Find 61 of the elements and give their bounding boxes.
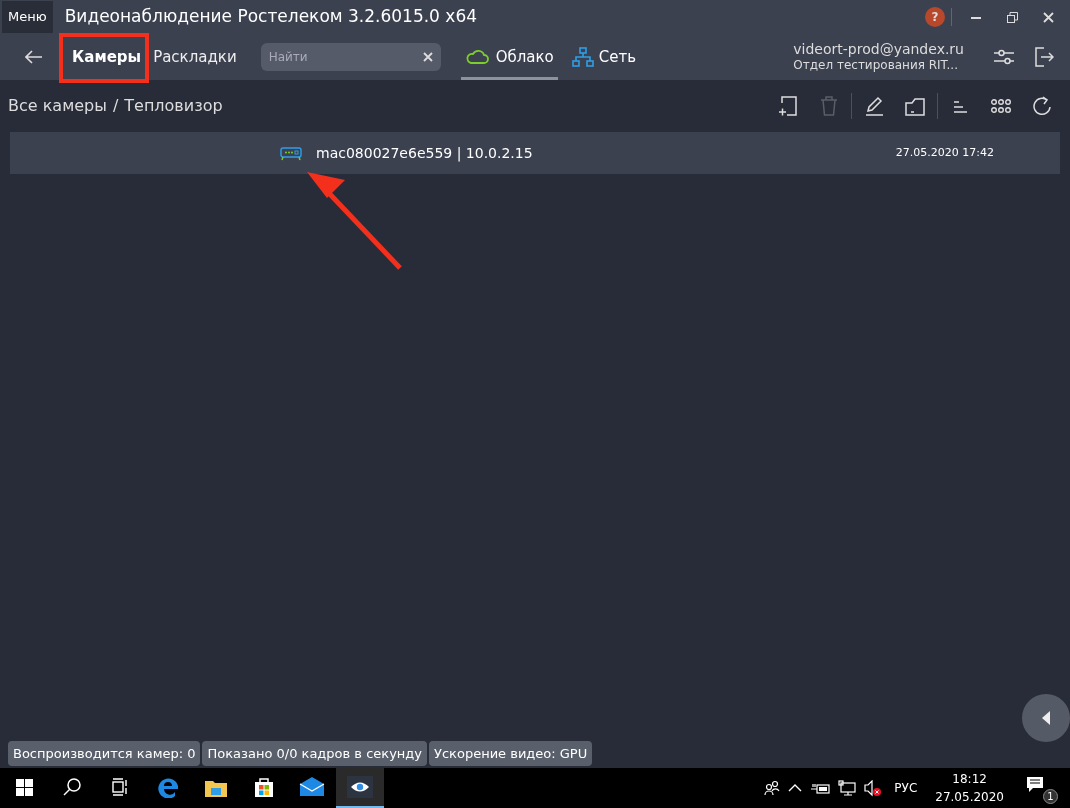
notification-count: 1 (1043, 789, 1058, 804)
menu-button[interactable]: Меню (2, 1, 53, 33)
breadcrumb-separator: / (112, 95, 119, 117)
clear-icon[interactable] (422, 52, 433, 62)
store-bag-icon (253, 776, 275, 798)
eye-icon (347, 776, 373, 798)
restore-icon (1006, 11, 1018, 23)
clock-date[interactable]: 27.05.2020 (935, 788, 1004, 806)
tab[interactable]: Камеры (66, 40, 148, 74)
source-tab[interactable]: Сеть (567, 34, 640, 80)
task-view-icon (112, 778, 128, 796)
pencil-icon (865, 96, 883, 116)
people-tray-button[interactable] (764, 780, 781, 796)
left-triangle-icon (1041, 711, 1051, 725)
breadcrumb-current: Тепловизор (124, 95, 223, 117)
breadcrumb-link[interactable]: Все камеры (8, 94, 107, 118)
window-title: Видеонаблюдение Ростелеком 3.2.6015.0 x64 (64, 5, 479, 29)
cloud-icon (464, 47, 491, 67)
logout-icon (1034, 47, 1054, 67)
sort-icon (953, 98, 967, 114)
muted-speaker-tray-button[interactable] (864, 779, 883, 797)
network-monitor-icon (838, 780, 857, 796)
caret-up-tray-button[interactable] (788, 783, 803, 793)
message-icon (1026, 776, 1044, 793)
refresh-icon (1032, 96, 1052, 116)
browser-e-icon (157, 776, 179, 798)
camera-name: mac080027e6e559 | 10.0.2.15 (316, 143, 533, 164)
windows-logo-icon (15, 778, 33, 796)
caret-up-icon (788, 783, 803, 793)
settings-icon (994, 47, 1014, 67)
trash-icon (820, 96, 838, 116)
battery-plug-tray-button[interactable] (810, 781, 831, 795)
network-icon (571, 47, 594, 67)
account-organization: Отдел тестирования RIT... (793, 58, 959, 73)
status-indicator: Воспроизводится камер: 0 (8, 740, 201, 766)
camera-date: 27.05.2020 17:42 (895, 144, 994, 161)
battery-plug-icon (810, 781, 831, 795)
search-icon (63, 778, 81, 796)
search-field[interactable]: Найти (260, 43, 441, 71)
input-language[interactable]: РУС (894, 779, 918, 797)
collapse-panel-button[interactable] (1022, 694, 1070, 742)
help-button[interactable]: ? (925, 7, 945, 27)
tab[interactable]: Раскладки (147, 40, 243, 74)
status-indicator: Показано 0/0 кадров в секунду (202, 740, 428, 766)
camera-row[interactable]: mac080027e6e559 | 10.0.2.15 27.05.2020 17:42 (10, 132, 1060, 174)
notifications-button[interactable]: 1 (1026, 772, 1058, 804)
close-icon (1042, 11, 1054, 23)
source-tab[interactable]: Облако (460, 34, 558, 80)
back-arrow-icon (25, 50, 43, 64)
people-icon (764, 780, 781, 796)
network-monitor-tray-button[interactable] (838, 780, 857, 796)
folder-icon (905, 96, 925, 116)
camera-device-icon (280, 145, 302, 161)
clock-time[interactable]: 18:12 (952, 770, 987, 788)
status-indicator: Ускорение видео: GPU (429, 740, 593, 766)
grid-icon (991, 99, 1011, 113)
muted-speaker-icon (864, 779, 883, 797)
taskbar-app[interactable] (336, 768, 384, 808)
envelope-icon (299, 777, 325, 797)
account-email: videort-prod@yandex.ru (793, 41, 964, 59)
add-camera-icon (778, 95, 798, 117)
